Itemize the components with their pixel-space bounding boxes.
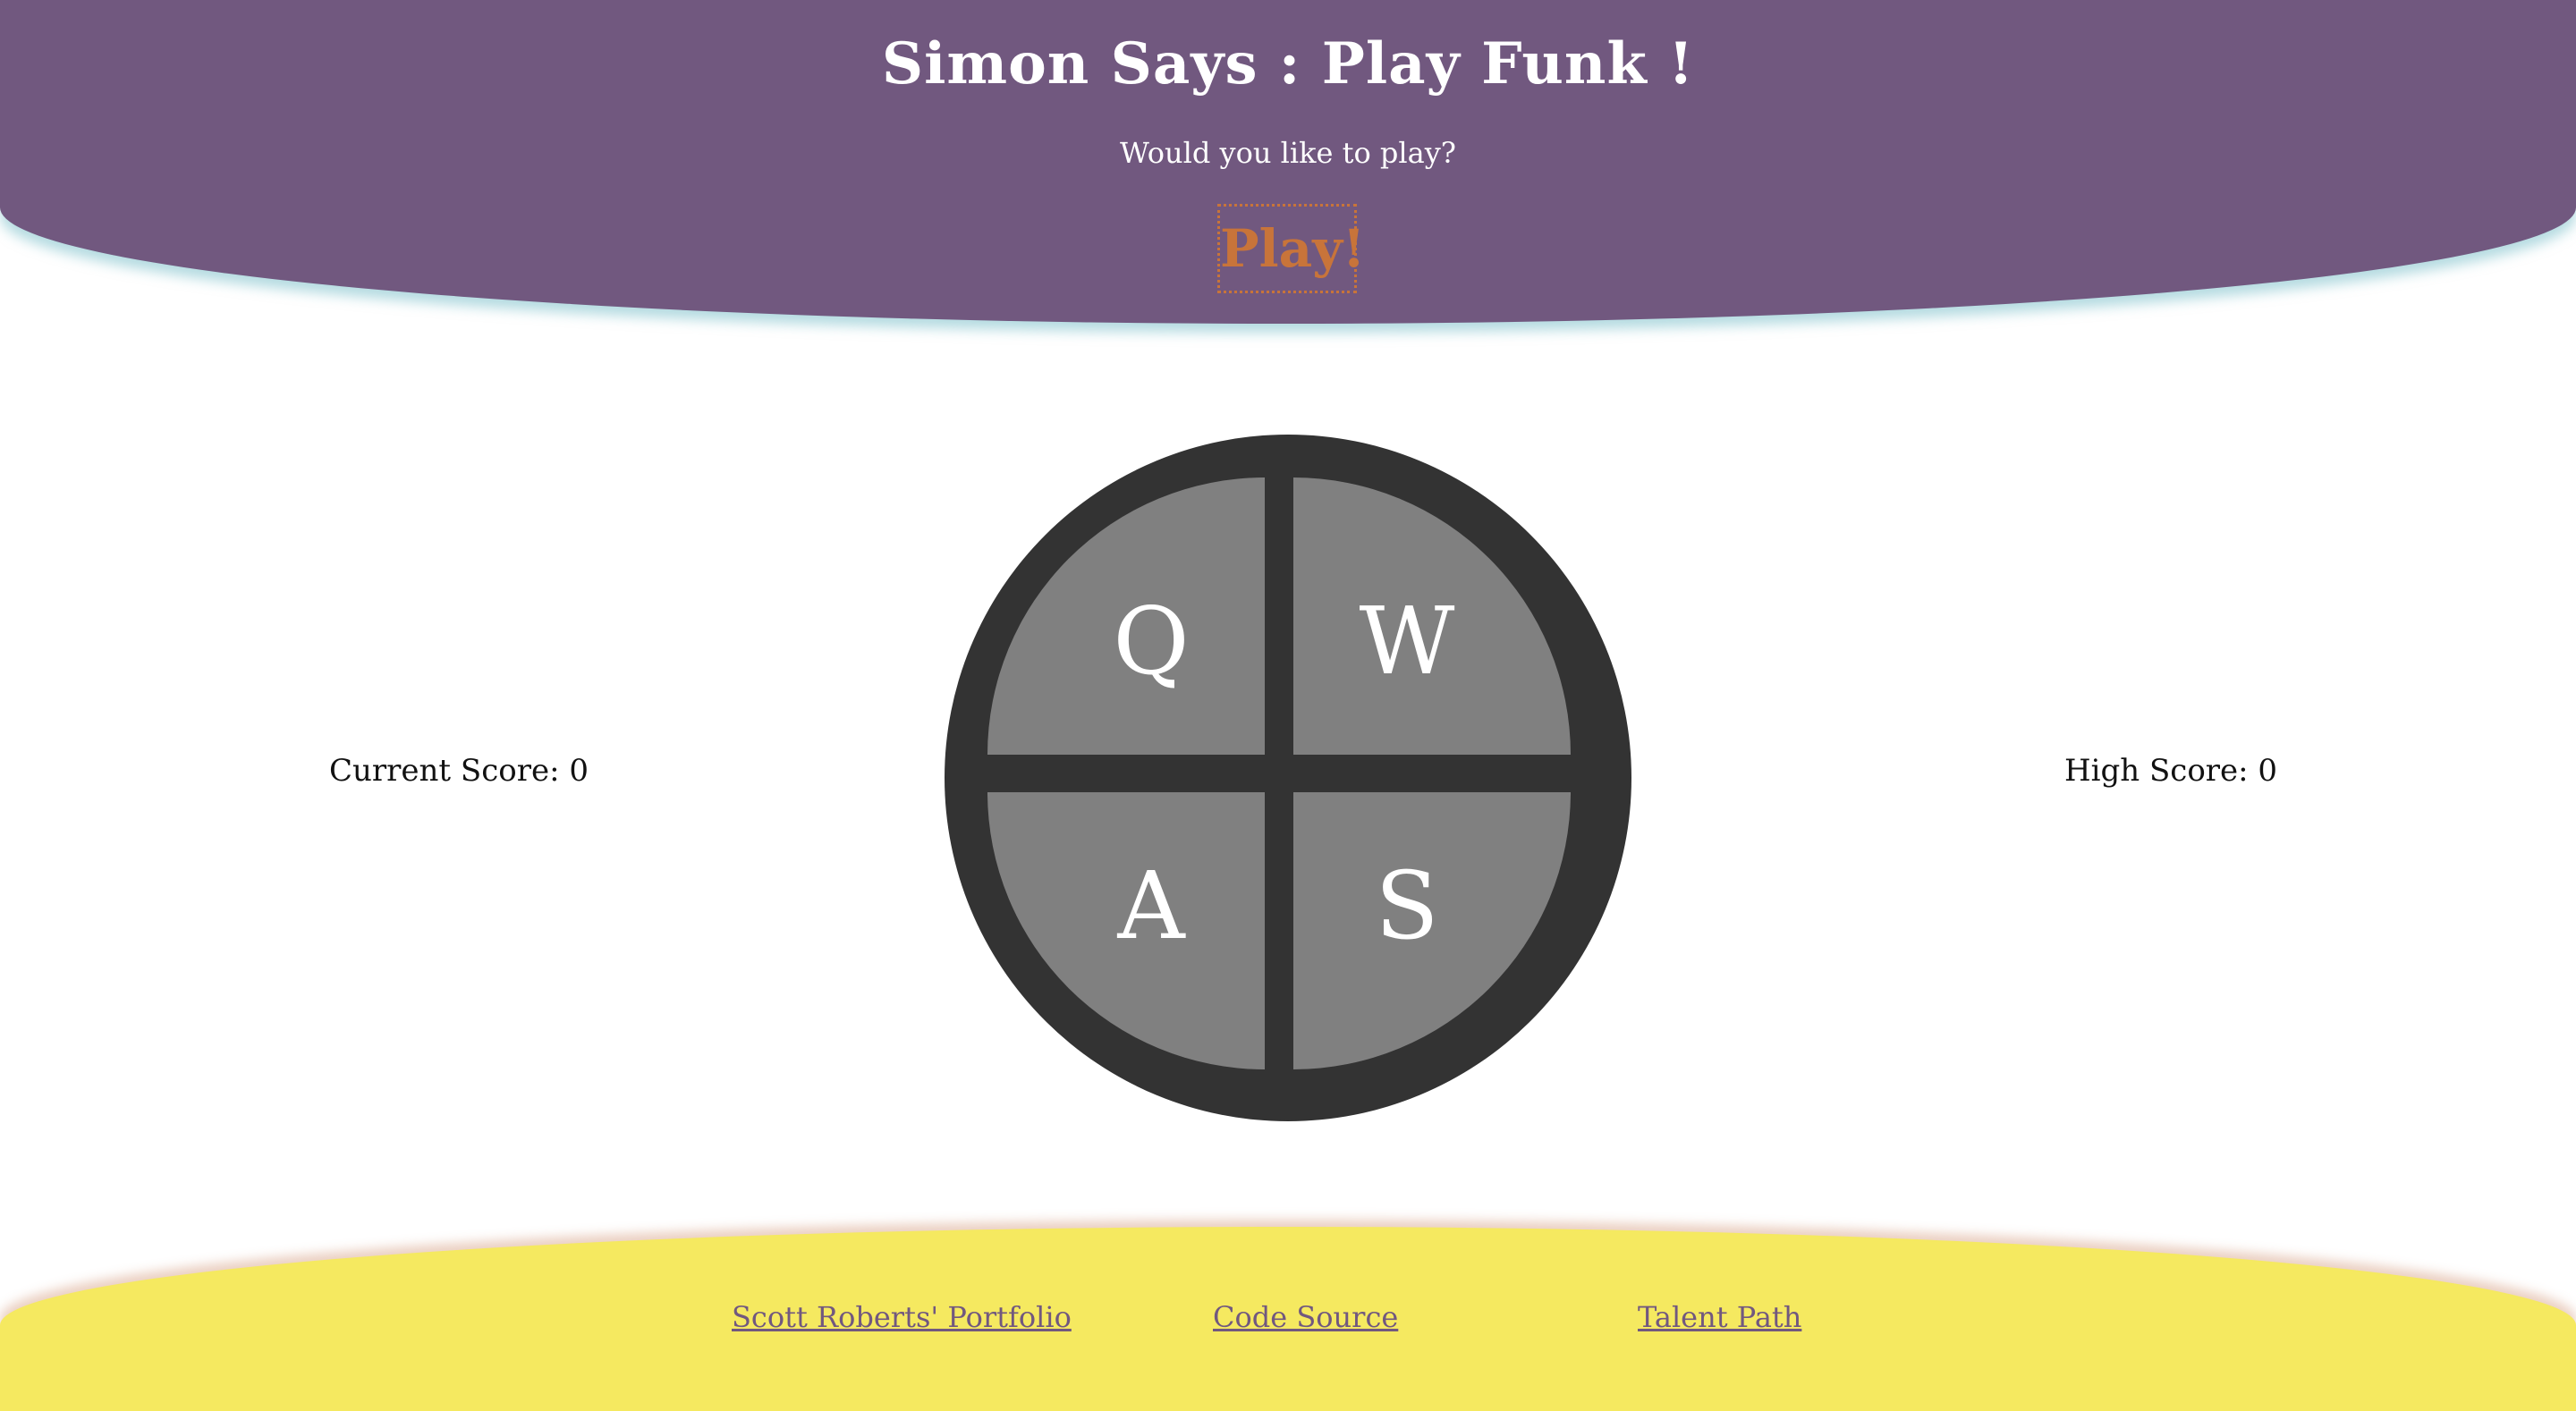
play-button[interactable]: Play! bbox=[1217, 204, 1365, 293]
pad-s-label: S bbox=[1375, 851, 1439, 960]
pad-q-label: Q bbox=[1113, 587, 1190, 696]
high-score: High Score: 0 bbox=[2064, 753, 2278, 789]
pad-w-label: W bbox=[1359, 587, 1455, 696]
page: Simon Says : Play Funk ! Would you like … bbox=[0, 0, 2576, 1411]
play-prompt: Would you like to play? bbox=[1120, 136, 1456, 170]
pad-w[interactable]: W bbox=[1293, 477, 1571, 755]
pad-a-label: A bbox=[1117, 851, 1185, 960]
talent-path-link[interactable]: Talent Path bbox=[1638, 1300, 1801, 1334]
pad-a[interactable]: A bbox=[987, 792, 1265, 1069]
pad-q[interactable]: Q bbox=[987, 477, 1265, 755]
simon-board: Q W A S bbox=[945, 435, 1631, 1121]
portfolio-link[interactable]: Scott Roberts' Portfolio bbox=[732, 1300, 1072, 1334]
current-score: Current Score: 0 bbox=[329, 753, 589, 789]
pad-s[interactable]: S bbox=[1293, 792, 1571, 1069]
code-source-link[interactable]: Code Source bbox=[1213, 1300, 1398, 1334]
header: Simon Says : Play Funk ! Would you like … bbox=[0, 0, 2576, 324]
page-title: Simon Says : Play Funk ! bbox=[881, 30, 1695, 97]
